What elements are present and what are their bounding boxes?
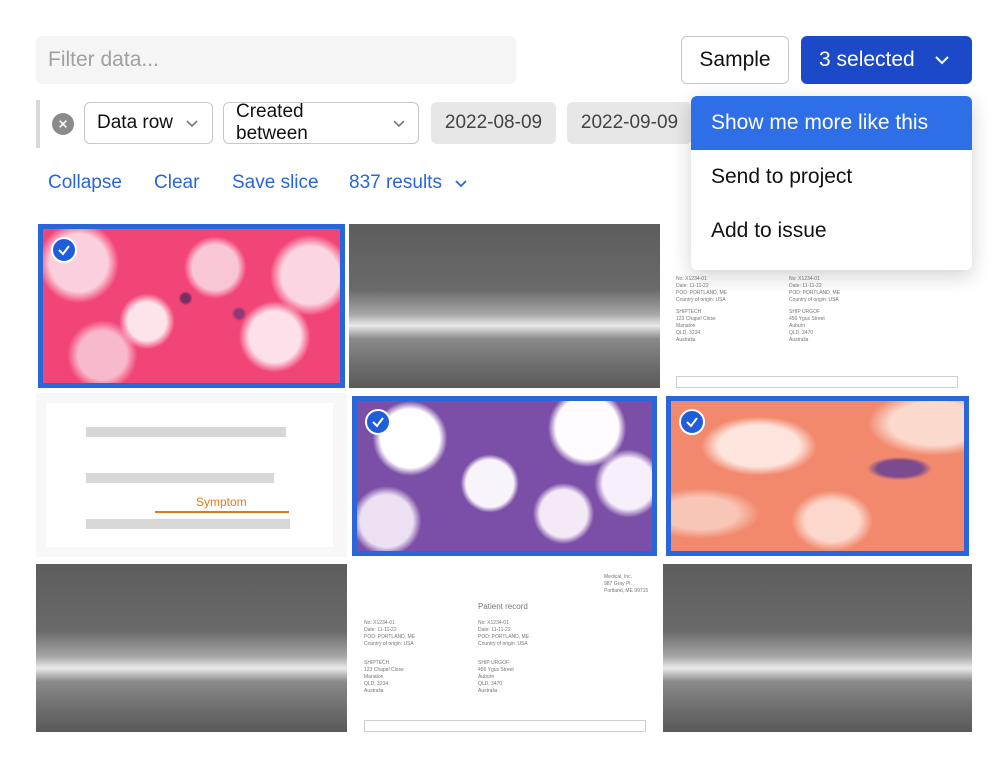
image-tile[interactable]: Symptom xyxy=(36,393,347,557)
menu-item-send-to-project[interactable]: Send to project xyxy=(691,150,972,204)
selected-label: 3 selected xyxy=(819,48,915,71)
date-to-field[interactable]: 2022-09-09 xyxy=(567,102,692,144)
patient-record-title: Patient record xyxy=(478,602,528,611)
image-tile[interactable] xyxy=(352,396,657,556)
chevron-down-icon xyxy=(186,120,198,128)
check-icon[interactable] xyxy=(365,409,391,435)
menu-item-add-to-issue[interactable]: Add to issue xyxy=(691,204,972,258)
check-icon[interactable] xyxy=(679,409,705,435)
selection-actions-menu: Show me more like this Send to project A… xyxy=(691,96,972,270)
symptom-annotation-underline xyxy=(155,511,289,513)
field-select-label: Data row xyxy=(97,112,174,133)
chevron-down-icon xyxy=(455,180,467,188)
check-icon[interactable] xyxy=(51,237,77,263)
results-count: 837 results xyxy=(349,172,442,193)
results-count-dropdown[interactable]: 837 results xyxy=(349,172,468,194)
image-tile[interactable] xyxy=(663,564,972,732)
chevron-down-icon xyxy=(393,120,405,128)
image-tile[interactable] xyxy=(36,564,347,732)
filter-input[interactable] xyxy=(36,36,516,84)
condition-select[interactable]: Created between xyxy=(223,101,419,144)
save-slice-link[interactable]: Save slice xyxy=(232,172,319,194)
image-tile[interactable] xyxy=(666,396,969,556)
date-from-field[interactable]: 2022-08-09 xyxy=(431,102,556,144)
clear-link[interactable]: Clear xyxy=(154,172,199,194)
symptom-annotation-label: Symptom xyxy=(196,495,247,509)
chevron-down-icon xyxy=(935,56,949,65)
remove-filter-icon[interactable] xyxy=(52,113,74,135)
image-tile[interactable]: Medical, Inc. 987 Gray Pl. Portland, ME … xyxy=(350,564,660,732)
menu-item-show-more-like-this[interactable]: Show me more like this xyxy=(691,96,972,150)
image-tile[interactable] xyxy=(38,224,345,388)
selected-dropdown-button[interactable]: 3 selected xyxy=(801,36,972,84)
annotated-document: Symptom xyxy=(46,403,333,547)
collapse-link[interactable]: Collapse xyxy=(48,172,122,194)
field-select[interactable]: Data row xyxy=(84,102,213,144)
sample-button[interactable]: Sample xyxy=(681,36,789,84)
image-tile[interactable] xyxy=(349,224,660,388)
condition-select-label: Created between xyxy=(236,101,308,144)
